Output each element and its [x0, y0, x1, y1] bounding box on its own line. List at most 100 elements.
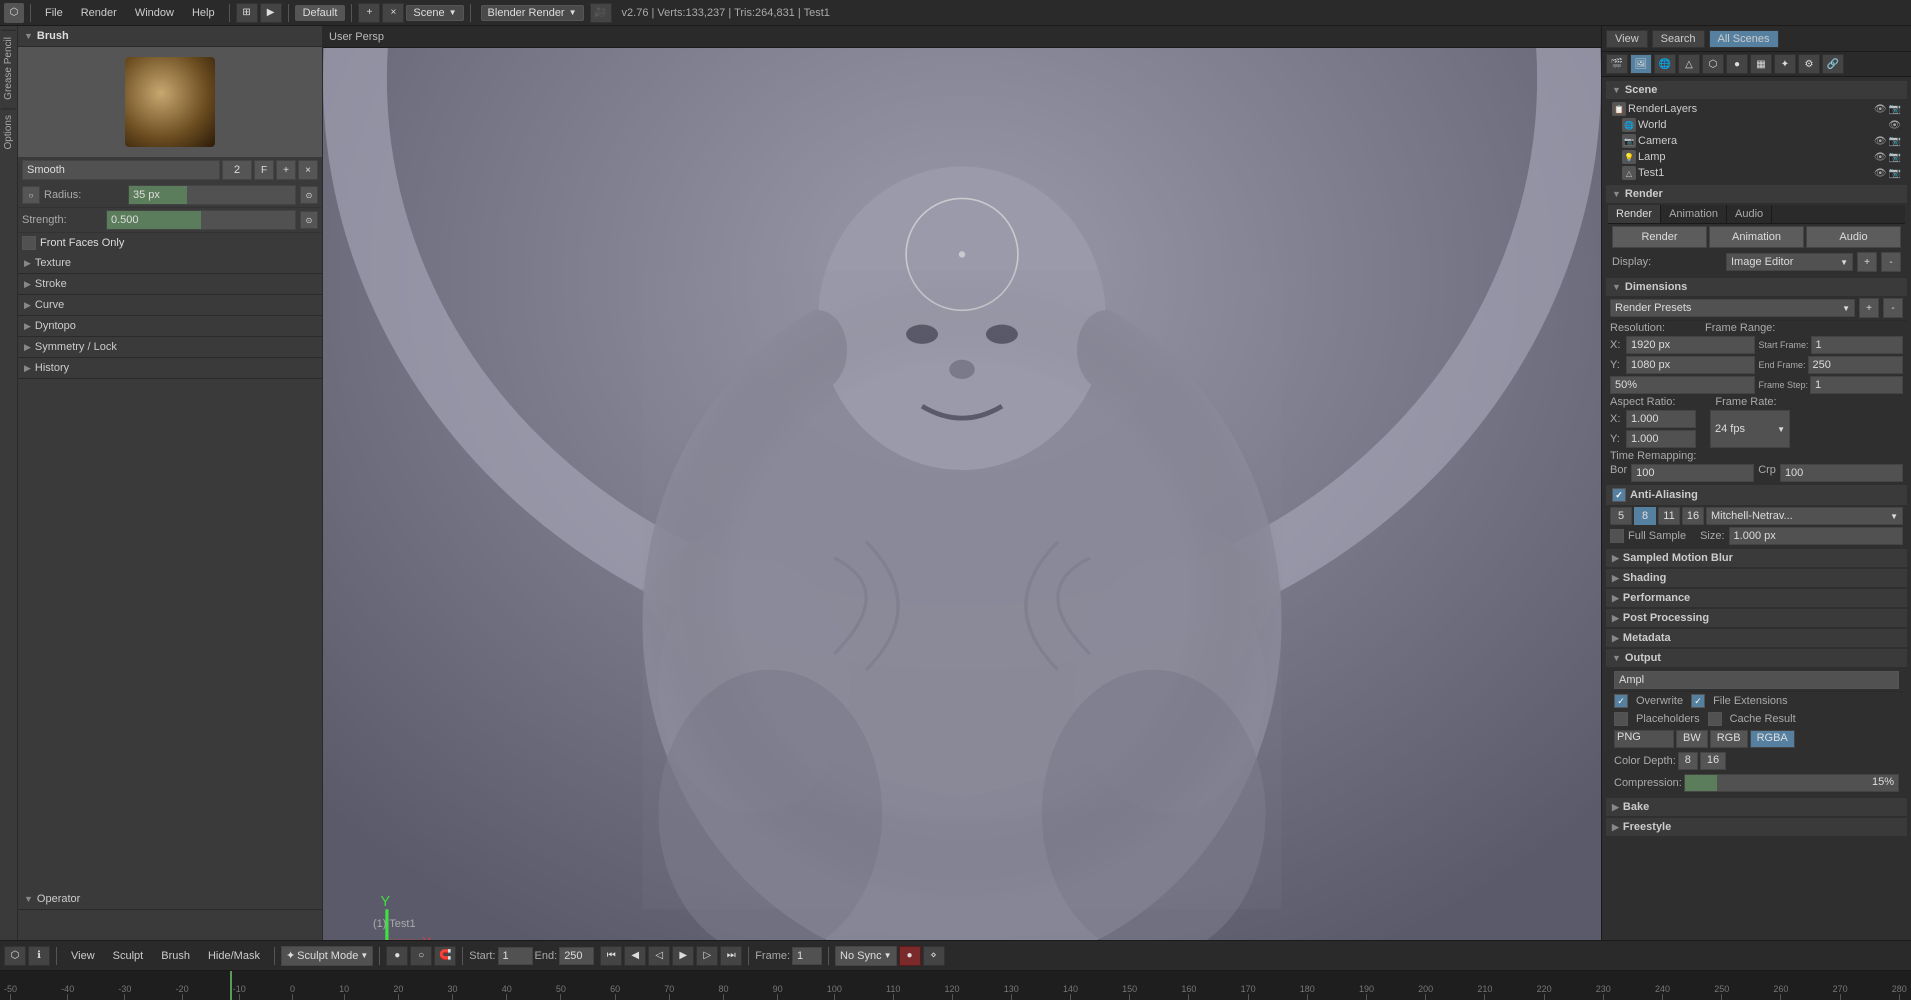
next-frame-btn[interactable]: ▷	[696, 946, 718, 966]
aa-5[interactable]: 5	[1610, 507, 1632, 525]
aspect-x-input[interactable]: 1.000	[1626, 410, 1696, 428]
current-frame-input[interactable]: 1	[792, 947, 822, 965]
scene-select[interactable]: Scene ▼	[406, 5, 463, 21]
size-input[interactable]: 1.000 px	[1729, 527, 1903, 545]
cam-icon[interactable]: 🎥	[590, 3, 612, 23]
display-dropdown[interactable]: Image Editor ▼	[1726, 253, 1853, 271]
aa-filter-dropdown[interactable]: Mitchell-Netrav... ▼	[1706, 507, 1903, 525]
aa-checkbox[interactable]: ✓	[1612, 488, 1626, 502]
lamp-eye[interactable]: 👁	[1874, 152, 1887, 163]
view-layout-icon[interactable]: ⊞	[236, 3, 258, 23]
texture-section[interactable]: ▶ Texture	[18, 253, 322, 274]
performance-header[interactable]: ▶ Performance	[1606, 589, 1907, 607]
dimensions-header[interactable]: ▼ Dimensions	[1606, 278, 1907, 296]
front-faces-checkbox[interactable]	[22, 236, 36, 250]
radius-icon[interactable]: ⊙	[300, 186, 318, 204]
layout-select[interactable]: Default	[295, 5, 346, 21]
world-icon-btn[interactable]: 🌐	[1654, 54, 1676, 74]
display-plus-btn[interactable]: +	[1857, 252, 1877, 272]
test1-cam[interactable]: 📷	[1889, 168, 1901, 179]
aa-16[interactable]: 16	[1682, 507, 1704, 525]
presets-plus[interactable]: +	[1859, 298, 1879, 318]
end-frame-bottom[interactable]: 250	[559, 947, 594, 965]
physics-icon-btn[interactable]: ⚙	[1798, 54, 1820, 74]
view-menu-bottom[interactable]: View	[63, 948, 103, 964]
brush-plus-btn[interactable]: +	[276, 160, 296, 180]
menu-render[interactable]: Render	[73, 5, 125, 21]
res-pct-input[interactable]: 50%	[1610, 376, 1755, 394]
rgba-btn[interactable]: RGBA	[1750, 730, 1795, 748]
bottom-icon[interactable]: ⬡	[4, 946, 26, 966]
frame-step-input[interactable]: 1	[1810, 376, 1903, 394]
render-layers-eye[interactable]: 👁	[1874, 104, 1887, 115]
render-tab[interactable]: Render	[1608, 205, 1661, 223]
render-section-header[interactable]: ▼ Render	[1606, 185, 1907, 203]
viewport[interactable]: User Persp	[323, 26, 1601, 940]
render-icon[interactable]: ▶	[260, 3, 282, 23]
res-y-input[interactable]: 1080 px	[1626, 356, 1755, 374]
overwrite-checkbox[interactable]: ✓	[1614, 694, 1628, 708]
framerate-dropdown[interactable]: 24 fps ▼	[1710, 410, 1790, 448]
aspect-y-input[interactable]: 1.000	[1626, 430, 1696, 448]
render-presets-dropdown[interactable]: Render Presets ▼	[1610, 299, 1855, 317]
freestyle-header[interactable]: ▶ Freestyle	[1606, 818, 1907, 836]
snap-btn[interactable]: 🧲	[434, 946, 456, 966]
remove-scene-icon[interactable]: ×	[382, 3, 404, 23]
particle-icon-btn[interactable]: ✦	[1774, 54, 1796, 74]
history-section[interactable]: ▶ History	[18, 358, 322, 379]
brush-name-input[interactable]	[22, 160, 220, 180]
render-icon-btn[interactable]: 🖼	[1630, 54, 1652, 74]
world-eye[interactable]: 👁	[1888, 120, 1901, 131]
add-scene-icon[interactable]: +	[358, 3, 380, 23]
display-minus-btn[interactable]: -	[1881, 252, 1901, 272]
jump-start-btn[interactable]: ⏮	[600, 946, 622, 966]
brush-preview[interactable]	[18, 47, 322, 157]
compression-bar[interactable]: 15%	[1684, 774, 1899, 792]
record-btn[interactable]: ●	[899, 946, 921, 966]
scene-icon-btn[interactable]: 🎬	[1606, 54, 1628, 74]
placeholders-checkbox[interactable]	[1614, 712, 1628, 726]
world-item[interactable]: 🌐 World 👁	[1610, 117, 1903, 133]
operator-section-header[interactable]: ▼ Operator	[18, 889, 322, 910]
start-frame-bottom[interactable]: 1	[498, 947, 533, 965]
render-layers-cam[interactable]: 📷	[1889, 104, 1901, 115]
menu-file[interactable]: File	[37, 5, 71, 21]
mode-selector[interactable]: ✦ Sculpt Mode ▼	[281, 946, 373, 966]
brush-number[interactable]	[222, 160, 252, 180]
camera-cam[interactable]: 📷	[1889, 136, 1901, 147]
file-ext-checkbox[interactable]: ✓	[1691, 694, 1705, 708]
search-btn[interactable]: Search	[1652, 30, 1705, 48]
viewport-shade-btn[interactable]: ●	[386, 946, 408, 966]
end-frame-input[interactable]: 250	[1808, 356, 1903, 374]
lamp-item[interactable]: 💡 Lamp 👁 📷	[1610, 149, 1903, 165]
start-frame-input[interactable]: 1	[1811, 336, 1903, 354]
rgb-btn[interactable]: RGB	[1710, 730, 1748, 748]
audio-tab[interactable]: Audio	[1727, 205, 1772, 223]
proportional-btn[interactable]: ○	[410, 946, 432, 966]
symmetry-section[interactable]: ▶ Symmetry / Lock	[18, 337, 322, 358]
grease-pencil-tab[interactable]: Grease Pencil	[1, 30, 16, 106]
camera-item[interactable]: 📷 Camera 👁 📷	[1610, 133, 1903, 149]
bake-header[interactable]: ▶ Bake	[1606, 798, 1907, 816]
curve-section[interactable]: ▶ Curve	[18, 295, 322, 316]
test1-item[interactable]: △ Test1 👁 📷	[1610, 165, 1903, 181]
obj-icon-btn[interactable]: △	[1678, 54, 1700, 74]
render-audio-btn[interactable]: Audio	[1806, 226, 1901, 248]
presets-minus[interactable]: -	[1883, 298, 1903, 318]
cache-result-checkbox[interactable]	[1708, 712, 1722, 726]
output-path-input[interactable]	[1614, 671, 1899, 689]
full-sample-checkbox[interactable]	[1610, 529, 1624, 543]
keyframe-btn[interactable]: ⋄	[923, 946, 945, 966]
aa-11[interactable]: 11	[1658, 507, 1680, 525]
brush-f-btn[interactable]: F	[254, 160, 274, 180]
prev-frame-btn[interactable]: ◀	[624, 946, 646, 966]
render-still-btn[interactable]: Render	[1612, 226, 1707, 248]
all-scenes-btn[interactable]: All Scenes	[1709, 30, 1779, 48]
aa-8[interactable]: 8	[1634, 507, 1656, 525]
output-header[interactable]: ▼ Output	[1606, 649, 1907, 667]
lamp-cam[interactable]: 📷	[1889, 152, 1901, 163]
app-icon[interactable]: ⬡	[4, 3, 24, 23]
depth-8-btn[interactable]: 8	[1678, 752, 1698, 770]
metadata-header[interactable]: ▶ Metadata	[1606, 629, 1907, 647]
strength-icon[interactable]: ⊙	[300, 211, 318, 229]
